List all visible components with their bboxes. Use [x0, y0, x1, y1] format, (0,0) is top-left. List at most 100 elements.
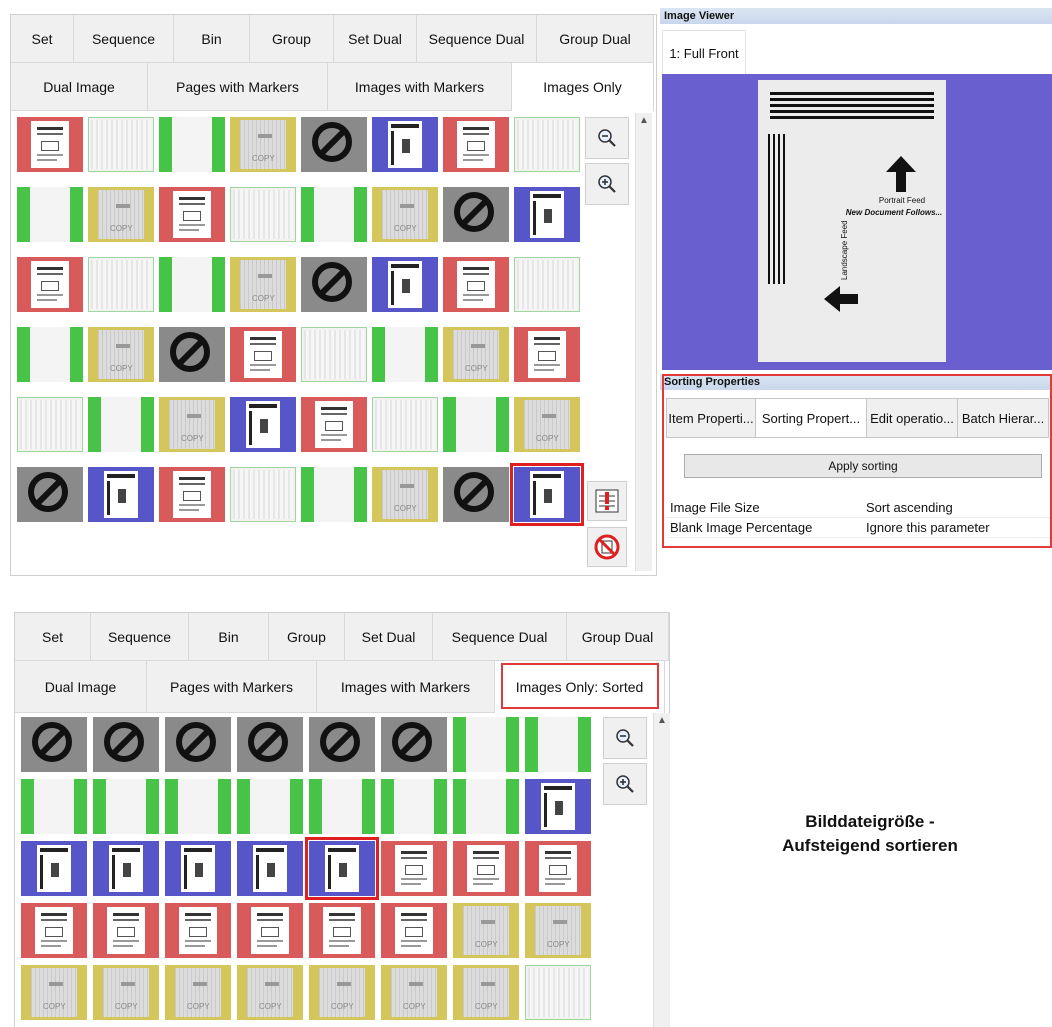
thumbnail-copy[interactable]: COPY: [525, 903, 591, 958]
thumbnail-separator[interactable]: [21, 841, 87, 896]
thumbnail-deleted[interactable]: [381, 717, 447, 772]
thumbnail-document[interactable]: [17, 257, 83, 312]
thumbnail-copy[interactable]: COPY: [453, 965, 519, 1020]
thumbnail-document[interactable]: [159, 187, 225, 242]
thumbnail-document[interactable]: [453, 841, 519, 896]
thumbnail-document[interactable]: [93, 903, 159, 958]
thumbnail-separator[interactable]: [88, 467, 154, 522]
thumbnail-deleted[interactable]: [93, 717, 159, 772]
thumbnail-blank[interactable]: [453, 779, 519, 834]
property-value-dropdown[interactable]: Sort ascending: [862, 500, 1052, 515]
thumbnail-copy[interactable]: COPY: [165, 965, 231, 1020]
thumbnail-copy[interactable]: COPY: [237, 965, 303, 1020]
thumbnail-deleted[interactable]: [159, 327, 225, 382]
tab-set[interactable]: Set: [15, 613, 91, 661]
thumbnail-document[interactable]: [165, 903, 231, 958]
thumbnail-copy[interactable]: COPY: [159, 397, 225, 452]
thumbnail-faint[interactable]: [230, 467, 296, 522]
thumbnail-deleted[interactable]: [165, 717, 231, 772]
thumbnail-document[interactable]: [381, 841, 447, 896]
property-row[interactable]: Image File Size Sort ascending: [666, 498, 1052, 518]
thumbnail-faint[interactable]: [88, 257, 154, 312]
thumbnail-document[interactable]: [159, 467, 225, 522]
tab-batch-hierarchy[interactable]: Batch Hierar...: [957, 398, 1049, 438]
thumbnail-copy[interactable]: COPY: [88, 187, 154, 242]
tab-sorting-properties[interactable]: Sorting Propert...: [755, 398, 867, 438]
tab-images-with-markers[interactable]: Images with Markers: [317, 661, 495, 713]
thumbnail-deleted[interactable]: [21, 717, 87, 772]
thumbnail-blank[interactable]: [309, 779, 375, 834]
thumbnail-blank[interactable]: [372, 327, 438, 382]
thumbnail-deleted[interactable]: [443, 467, 509, 522]
thumbnail-blank[interactable]: [525, 717, 591, 772]
thumbnail-deleted[interactable]: [443, 187, 509, 242]
tab-images-with-markers[interactable]: Images with Markers: [328, 63, 512, 111]
thumbnail-blank[interactable]: [301, 467, 367, 522]
thumbnail-copy[interactable]: COPY: [381, 965, 447, 1020]
thumbnail-faint[interactable]: [514, 117, 580, 172]
tab-pages-with-markers[interactable]: Pages with Markers: [148, 63, 328, 111]
clear-marker-button[interactable]: [587, 527, 627, 567]
thumbnail-document[interactable]: [309, 903, 375, 958]
thumbnail-separator[interactable]: [372, 257, 438, 312]
tab-edit-operations[interactable]: Edit operatio...: [866, 398, 958, 438]
bottom-grid-scrollbar[interactable]: ▲: [653, 713, 670, 1027]
thumbnail-copy[interactable]: COPY: [443, 327, 509, 382]
thumbnail-copy[interactable]: COPY: [309, 965, 375, 1020]
thumbnail-separator[interactable]: [514, 187, 580, 242]
thumbnail-blank[interactable]: [443, 397, 509, 452]
thumbnail-separator[interactable]: [525, 779, 591, 834]
thumbnail-blank[interactable]: [21, 779, 87, 834]
thumbnail-document[interactable]: [381, 903, 447, 958]
tab-bin[interactable]: Bin: [174, 15, 250, 63]
apply-sorting-button[interactable]: Apply sorting: [684, 454, 1042, 478]
zoom-out-button[interactable]: [585, 117, 629, 159]
tab-images-only-sorted[interactable]: Images Only: Sorted: [495, 661, 665, 713]
thumbnail-document[interactable]: [525, 841, 591, 896]
mark-button[interactable]: [587, 481, 627, 521]
thumbnail-separator[interactable]: [372, 117, 438, 172]
thumbnail-document[interactable]: [443, 117, 509, 172]
tab-set[interactable]: Set: [11, 15, 74, 63]
thumbnail-blank[interactable]: [93, 779, 159, 834]
thumbnail-separator[interactable]: [305, 837, 379, 900]
thumbnail-copy[interactable]: COPY: [372, 187, 438, 242]
thumbnail-separator[interactable]: [510, 463, 584, 526]
thumbnail-copy[interactable]: COPY: [230, 117, 296, 172]
thumbnail-blank[interactable]: [237, 779, 303, 834]
thumbnail-separator[interactable]: [237, 841, 303, 896]
thumbnail-blank[interactable]: [159, 257, 225, 312]
thumbnail-faint[interactable]: [372, 397, 438, 452]
tab-sequence[interactable]: Sequence: [74, 15, 174, 63]
tab-group-dual[interactable]: Group Dual: [537, 15, 654, 63]
tab-bin[interactable]: Bin: [189, 613, 269, 661]
tab-dual-image[interactable]: Dual Image: [15, 661, 147, 713]
tab-pages-with-markers[interactable]: Pages with Markers: [147, 661, 317, 713]
thumbnail-faint[interactable]: [301, 327, 367, 382]
thumbnail-faint[interactable]: [525, 965, 591, 1020]
thumbnail-document[interactable]: [301, 397, 367, 452]
thumbnail-separator[interactable]: [93, 841, 159, 896]
top-grid-scrollbar[interactable]: ▲: [635, 113, 652, 571]
thumbnail-document[interactable]: [237, 903, 303, 958]
thumbnail-copy[interactable]: COPY: [372, 467, 438, 522]
thumbnail-document[interactable]: [443, 257, 509, 312]
tab-sequence-dual[interactable]: Sequence Dual: [433, 613, 567, 661]
thumbnail-copy[interactable]: COPY: [230, 257, 296, 312]
thumbnail-blank[interactable]: [17, 327, 83, 382]
tab-item-properties[interactable]: Item Properti...: [666, 398, 756, 438]
thumbnail-deleted[interactable]: [301, 117, 367, 172]
thumbnail-faint[interactable]: [230, 187, 296, 242]
thumbnail-blank[interactable]: [88, 397, 154, 452]
tab-full-front[interactable]: 1: Full Front: [662, 30, 746, 76]
thumbnail-faint[interactable]: [514, 257, 580, 312]
zoom-in-button[interactable]: [603, 763, 647, 805]
thumbnail-blank[interactable]: [159, 117, 225, 172]
property-row[interactable]: Blank Image Percentage Ignore this param…: [666, 518, 1052, 538]
thumbnail-copy[interactable]: COPY: [88, 327, 154, 382]
thumbnail-document[interactable]: [17, 117, 83, 172]
thumbnail-copy[interactable]: COPY: [93, 965, 159, 1020]
thumbnail-document[interactable]: [514, 327, 580, 382]
thumbnail-deleted[interactable]: [301, 257, 367, 312]
thumbnail-deleted[interactable]: [17, 467, 83, 522]
